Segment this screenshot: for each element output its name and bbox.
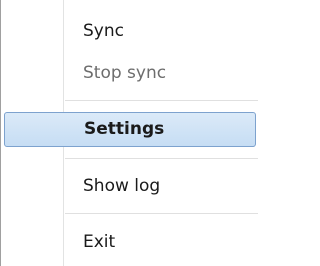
menu-separator	[65, 213, 258, 215]
menu-separator	[65, 158, 258, 160]
menu-item-show-log[interactable]: Show log	[1, 175, 258, 197]
context-menu: Sync Stop sync Settings Show log Exit	[0, 0, 258, 266]
menu-separator	[65, 100, 258, 102]
menu-item-stop-sync: Stop sync	[83, 63, 167, 83]
menu-item-settings[interactable]: Settings	[4, 112, 256, 147]
menu-item-sync[interactable]: Sync	[1, 20, 258, 42]
menu-item-exit[interactable]: Exit	[1, 231, 258, 253]
